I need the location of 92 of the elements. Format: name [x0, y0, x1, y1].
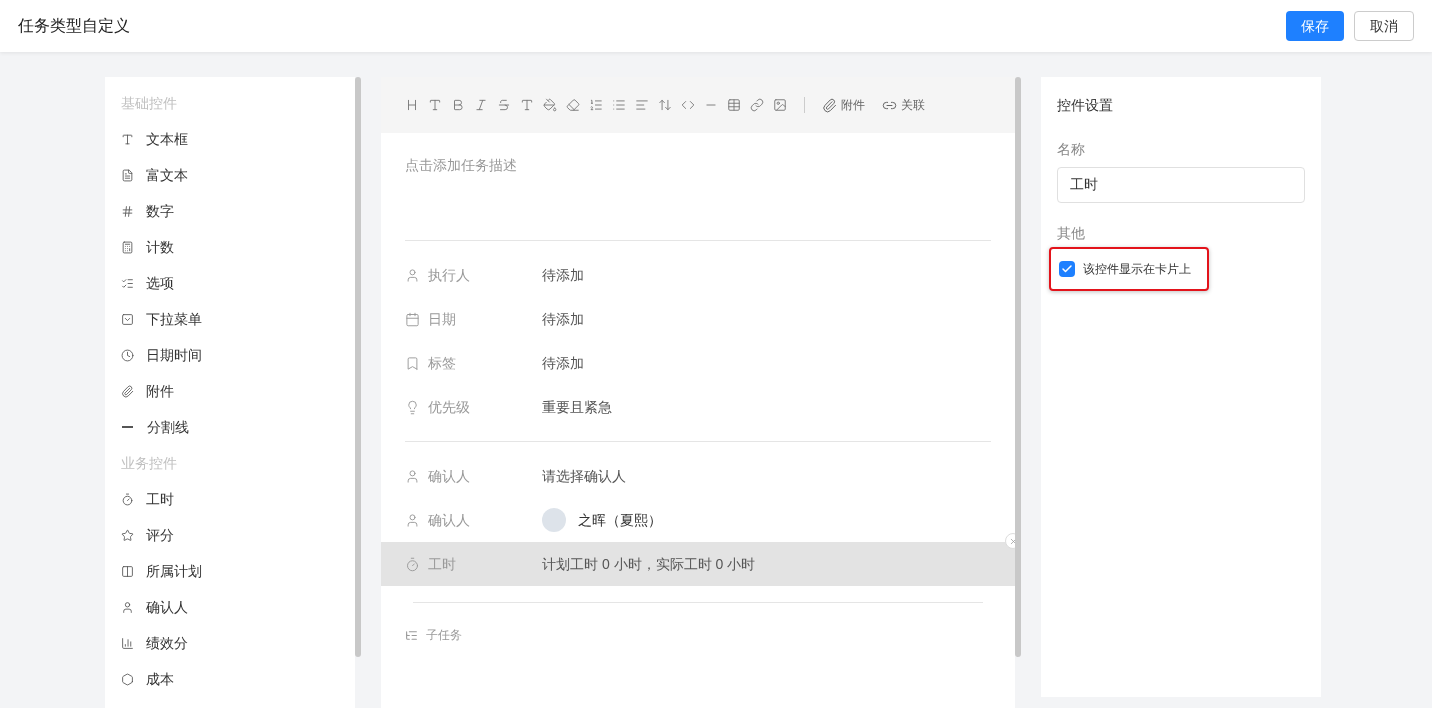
field-row[interactable]: 确认人 之晖（夏熙） [389, 498, 1007, 542]
hexagon-icon [121, 672, 134, 686]
cancel-button[interactable]: 取消 [1354, 11, 1414, 41]
font-size-icon[interactable] [520, 98, 534, 112]
code-icon[interactable] [681, 98, 695, 112]
field-label: 标签 [428, 354, 457, 373]
field-value: 之晖（夏熙） [578, 511, 662, 530]
settings-title: 控件设置 [1057, 96, 1114, 115]
field-value: 待添加 [542, 310, 584, 329]
field-row[interactable]: 标签 待添加 [389, 341, 1007, 385]
palette-item[interactable]: 绩效分 [121, 625, 355, 661]
palette-item[interactable]: 选项 [121, 265, 355, 301]
bullet-list-icon[interactable] [612, 98, 626, 112]
checkbox[interactable] [1059, 261, 1075, 277]
page-title: 任务类型自定义 [18, 16, 130, 36]
number-icon [121, 204, 134, 218]
palette-item[interactable]: 计数 [121, 229, 355, 265]
palette-item[interactable]: 附件 [121, 373, 355, 409]
palette-item[interactable]: 所属计划 [121, 553, 355, 589]
name-input[interactable]: 工时 [1057, 167, 1305, 203]
avatar [542, 508, 566, 532]
selected-field-row[interactable]: 工时 计划工时 0 小时，实际工时 0 小时 [381, 542, 1015, 586]
person-icon [121, 600, 134, 614]
save-button[interactable]: 保存 [1286, 11, 1344, 41]
ordered-list-icon[interactable] [589, 98, 603, 112]
person-icon [405, 267, 420, 283]
table-icon[interactable] [727, 98, 741, 112]
strikethrough-icon[interactable] [497, 98, 511, 112]
bookmark-icon [405, 355, 420, 371]
person-icon [405, 512, 420, 528]
lightbulb-icon [405, 399, 420, 415]
italic-icon[interactable] [474, 98, 488, 112]
field-value: 计划工时 0 小时，实际工时 0 小时 [542, 555, 756, 574]
calendar-icon [405, 311, 420, 327]
section-heading: 业务控件 [121, 454, 178, 473]
palette-item[interactable]: 确认人 [121, 589, 355, 625]
field-row[interactable]: 优先级 重要且紧急 [389, 385, 1007, 429]
star-icon [121, 528, 134, 542]
person-icon [405, 468, 420, 484]
palette-item[interactable]: 成本 [121, 661, 355, 697]
palette-item[interactable]: 分割线 [121, 409, 355, 445]
palette-item[interactable]: 文本框 [121, 121, 355, 157]
subtask-label: 子任务 [426, 627, 462, 643]
field-label: 日期 [428, 310, 457, 329]
palette-item[interactable]: 数字 [121, 193, 355, 229]
section-heading: 基础控件 [121, 94, 178, 113]
stopwatch-icon [405, 556, 420, 572]
field-value: 重要且紧急 [542, 398, 612, 417]
checkbox-label: 该控件显示在卡片上 [1083, 261, 1191, 277]
eraser-icon[interactable] [566, 98, 580, 112]
field-label: 其他 [1057, 224, 1086, 243]
attachment-button[interactable]: 附件 [822, 97, 865, 113]
field-label: 执行人 [428, 266, 471, 285]
heading-icon[interactable] [405, 98, 419, 112]
paperclip-icon [121, 384, 134, 398]
field-row[interactable]: 确认人 请选择确认人 [389, 454, 1007, 498]
palette-item[interactable]: 日期时间 [121, 337, 355, 373]
paint-bucket-icon[interactable] [543, 98, 557, 112]
palette-item[interactable]: 评分 [121, 517, 355, 553]
field-label: 优先级 [428, 398, 471, 417]
field-label: 名称 [1057, 140, 1086, 159]
align-left-icon[interactable] [635, 98, 649, 112]
divider-icon [122, 426, 133, 428]
field-value: 请选择确认人 [542, 467, 626, 486]
board-icon [121, 564, 134, 578]
font-icon[interactable] [428, 98, 442, 112]
field-row[interactable]: 执行人 待添加 [389, 253, 1007, 297]
field-value: 待添加 [542, 354, 584, 373]
counter-icon [121, 240, 134, 254]
rich-text-icon [121, 168, 134, 182]
field-label: 确认人 [428, 511, 471, 530]
field-label: 工时 [428, 555, 457, 574]
clock-icon [121, 348, 134, 362]
palette-item[interactable]: 工时 [121, 481, 355, 517]
palette-item[interactable]: 富文本 [121, 157, 355, 193]
palette-item[interactable]: 下拉菜单 [121, 301, 355, 337]
bar-chart-icon [121, 636, 134, 650]
link-icon[interactable] [750, 98, 764, 112]
paperclip-icon [822, 97, 837, 113]
line-height-icon[interactable] [658, 98, 672, 112]
relation-button[interactable]: 关联 [882, 97, 925, 113]
image-icon[interactable] [773, 98, 787, 112]
check-icon [1061, 263, 1073, 275]
field-row[interactable]: 日期 待添加 [389, 297, 1007, 341]
dropdown-icon [121, 312, 134, 326]
field-value: 待添加 [542, 266, 584, 285]
checklist-icon [121, 276, 134, 290]
stopwatch-icon [121, 492, 134, 506]
field-label: 确认人 [428, 467, 471, 486]
bold-icon[interactable] [451, 98, 465, 112]
subtask-icon [405, 628, 418, 642]
text-box-icon [121, 132, 134, 146]
